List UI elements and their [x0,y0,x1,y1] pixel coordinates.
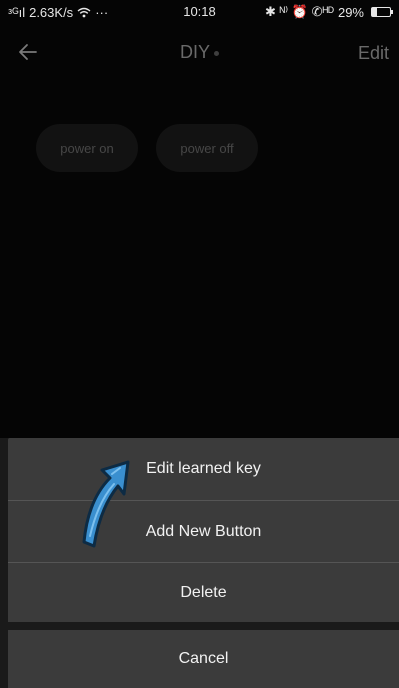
system-status-icons: ✱ ᴺ⁾ ⏰ ✆ᴴᴰ [264,4,334,19]
cancel-button[interactable]: Cancel [8,630,399,688]
wifi-icon [77,7,91,17]
key-power-off[interactable]: power off [156,124,258,172]
more-notifications: ··· [95,4,109,20]
app-bar: DIY Edit [0,30,399,76]
status-dot-icon [214,50,219,56]
signal-icon: ᵌᴳıl [8,4,26,20]
status-bar: ᵌᴳıl 2.63K/s ··· ✱ ᴺ⁾ ⏰ ✆ᴴᴰ 29% 10:18 [0,0,399,24]
battery-icon [371,7,393,17]
page-title-wrap: DIY [0,42,399,63]
battery-fill [372,8,378,16]
edit-learned-key-option[interactable]: Edit learned key [8,438,399,500]
pointer-arrow-icon [82,460,130,548]
page-title: DIY [179,42,210,62]
status-left: ᵌᴳıl 2.63K/s ··· [8,5,108,20]
action-sheet: Edit learned key Add New Button Delete C… [0,438,399,688]
battery-percent: 29% [337,4,364,20]
status-right: ✱ ᴺ⁾ ⏰ ✆ᴴᴰ 29% [264,4,393,20]
add-new-button-option[interactable]: Add New Button [8,501,399,562]
edit-button[interactable]: Edit [358,43,389,64]
learned-keys: power on power off [36,124,258,172]
key-power-on[interactable]: power on [36,124,138,172]
network-speed: 2.63K/s [29,4,74,20]
delete-option[interactable]: Delete [8,563,399,622]
